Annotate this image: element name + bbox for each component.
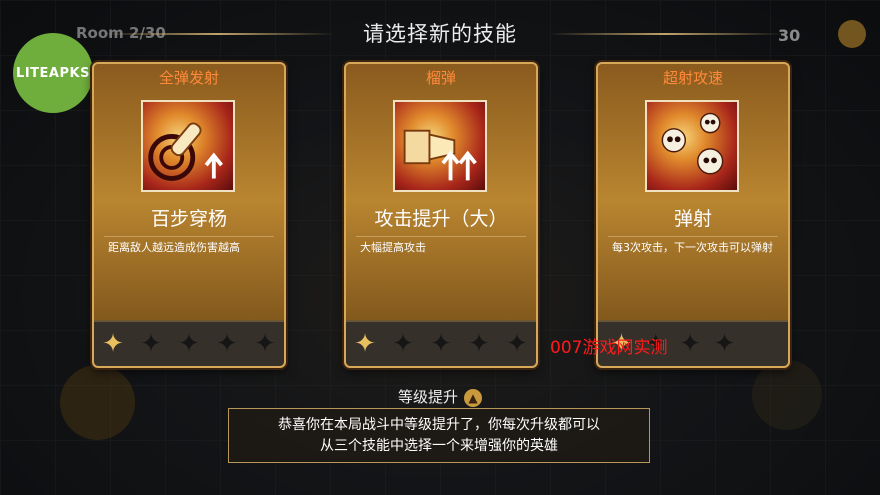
skill-category: 全弹发射 xyxy=(158,69,219,87)
star-icon-empty: ✦ xyxy=(506,329,528,359)
skulls-icon xyxy=(645,100,739,192)
level-up-header: 等级提升 ▲ xyxy=(0,386,880,407)
star-icon-empty: ✦ xyxy=(216,329,238,359)
skill-category: 榴弹 xyxy=(425,69,456,87)
star-icon-empty: ✦ xyxy=(679,329,702,359)
skill-category: 超射攻速 xyxy=(662,69,723,87)
attack-up-icon xyxy=(393,100,487,192)
skill-name: 百步穿杨 xyxy=(150,208,227,230)
card-divider xyxy=(104,236,274,237)
level-up-message-line1: 恭喜你在本局战斗中等级提升了，你每次升级都可以 xyxy=(278,417,600,433)
level-up-title: 等级提升 xyxy=(397,388,458,406)
level-up-message-line2: 从三个技能中选择一个来增强你的英雄 xyxy=(320,438,558,454)
star-icon-empty: ✦ xyxy=(178,329,200,359)
skill-card-1[interactable]: 全弹发射 百步穿杨 距离敌人越远造成伤害越高 ✦ ✦ ✦ ✦ ✦ xyxy=(92,62,286,368)
watermark-text: 007游戏网实测 xyxy=(550,338,668,358)
star-icon-empty: ✦ xyxy=(140,329,162,359)
skill-card-3[interactable]: 超射攻速 弹射 每3次攻击，下一次攻击可以弹射 ✦ ✦ ✦ ✦ xyxy=(596,62,790,368)
star-icon-empty: ✦ xyxy=(254,329,276,359)
liteapks-logo: LITEAPKS xyxy=(13,33,93,113)
skill-name: 弹射 xyxy=(673,208,712,230)
star-icon-filled: ✦ xyxy=(102,329,124,359)
skill-card-2[interactable]: 榴弹 攻击提升（大） 大幅提高攻击 ✦ ✦ ✦ ✦ ✦ xyxy=(344,62,538,368)
star-icon-empty: ✦ xyxy=(468,329,490,359)
level-up-message-box: 恭喜你在本局战斗中等级提升了，你每次升级都可以 从三个技能中选择一个来增强你的英… xyxy=(228,408,650,463)
skill-description: 距离敌人越远造成伤害越高 xyxy=(108,241,240,254)
star-icon-empty: ✦ xyxy=(713,329,736,359)
skill-description: 大幅提高攻击 xyxy=(360,241,426,254)
skill-name: 攻击提升（大） xyxy=(374,208,508,230)
bullet-target-icon xyxy=(141,100,235,192)
level-up-arrow-icon: ▲ xyxy=(464,388,482,407)
star-rating: ✦ ✦ ✦ ✦ ✦ xyxy=(346,320,536,366)
card-divider xyxy=(356,236,526,237)
skill-description: 每3次攻击，下一次攻击可以弹射 xyxy=(612,241,773,254)
card-divider xyxy=(608,236,778,237)
star-rating: ✦ ✦ ✦ ✦ ✦ xyxy=(94,320,284,366)
page-title: 请选择新的技能 xyxy=(363,22,517,46)
star-icon-empty: ✦ xyxy=(430,329,452,359)
star-icon-empty: ✦ xyxy=(392,329,414,359)
star-icon-filled: ✦ xyxy=(354,329,376,359)
